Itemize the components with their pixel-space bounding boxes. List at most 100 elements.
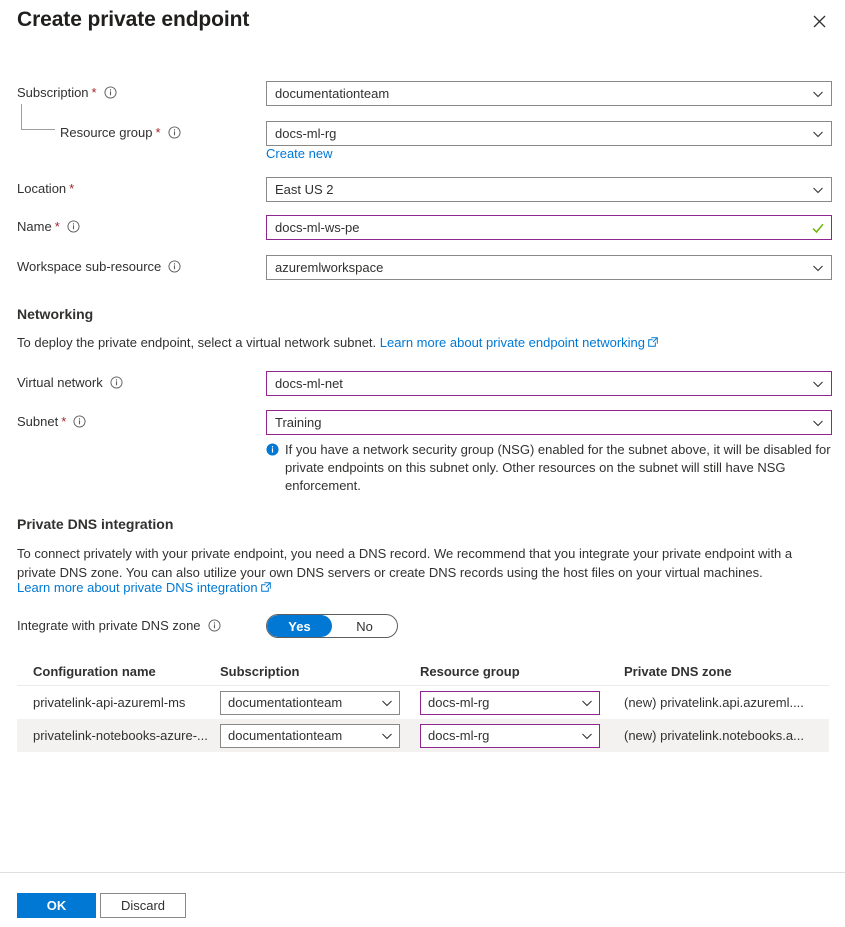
external-link-icon <box>260 582 271 592</box>
resource-group-value: docs-ml-rg <box>275 126 337 141</box>
subnet-dropdown[interactable]: Training <box>266 410 832 435</box>
subnet-nsg-note: If you have a network security group (NS… <box>266 441 836 495</box>
page-title: Create private endpoint <box>17 8 250 31</box>
resource-group-label: Resource group * <box>60 121 181 143</box>
name-label: Name * <box>17 215 80 237</box>
subnet-nsg-note-text: If you have a network security group (NS… <box>285 442 831 493</box>
name-value: docs-ml-ws-pe <box>275 220 360 235</box>
cell-subscription: documentationteam <box>220 690 420 715</box>
row-resource-group-dropdown[interactable]: docs-ml-rg <box>420 690 600 715</box>
field-row-workspace-sub-resource: Workspace sub-resource azuremlworkspace <box>0 255 845 280</box>
chevron-down-icon <box>813 420 823 426</box>
subnet-label: Subnet * <box>17 410 86 432</box>
subnet-label-text: Subnet <box>17 413 59 429</box>
private-dns-description-line1: To connect privately with your private e… <box>17 546 793 561</box>
cell-subscription: documentationteam <box>220 723 420 748</box>
name-input[interactable]: docs-ml-ws-pe <box>266 215 832 240</box>
integrate-private-dns-toggle[interactable]: Yes No <box>266 614 398 638</box>
networking-description-text: To deploy the private endpoint, select a… <box>17 335 377 350</box>
subnet-value: Training <box>275 415 322 430</box>
cell-resource-group: docs-ml-rg <box>420 723 624 748</box>
name-label-text: Name <box>17 218 52 234</box>
chevron-down-icon <box>582 733 592 739</box>
required-marker: * <box>54 218 60 234</box>
workspace-sub-resource-dropdown[interactable]: azuremlworkspace <box>266 255 832 280</box>
virtual-network-label: Virtual network <box>17 371 123 393</box>
workspace-sub-resource-value: azuremlworkspace <box>275 260 384 275</box>
cell-private-dns-zone: (new) privatelink.notebooks.a... <box>624 728 804 743</box>
field-row-integrate-private-dns: Integrate with private DNS zone Yes No <box>0 614 845 638</box>
table-row: privatelink-api-azureml-ms documentation… <box>17 686 829 719</box>
networking-description: To deploy the private endpoint, select a… <box>17 333 717 352</box>
create-new-resource-group-link[interactable]: Create new <box>266 146 332 161</box>
private-dns-section-title: Private DNS integration <box>17 516 174 532</box>
row-subscription-value: documentationteam <box>228 728 343 743</box>
dialog-footer: OK Discard <box>0 873 845 927</box>
dns-configuration-table: Configuration name Subscription Resource… <box>17 658 829 752</box>
subscription-dropdown[interactable]: documentationteam <box>266 81 832 106</box>
row-subscription-dropdown[interactable]: documentationteam <box>220 690 400 715</box>
row-subscription-value: documentationteam <box>228 695 343 710</box>
location-value: East US 2 <box>275 182 334 197</box>
chevron-down-icon <box>382 733 392 739</box>
workspace-sub-resource-label-text: Workspace sub-resource <box>17 258 162 274</box>
toggle-option-yes[interactable]: Yes <box>267 615 332 637</box>
networking-section-title: Networking <box>17 306 94 322</box>
row-subscription-dropdown[interactable]: documentationteam <box>220 723 400 748</box>
discard-button[interactable]: Discard <box>100 893 186 918</box>
resource-group-dropdown[interactable]: docs-ml-rg <box>266 121 832 146</box>
column-header-private-dns-zone: Private DNS zone <box>624 664 732 679</box>
cell-configuration-name: privatelink-api-azureml-ms <box>33 695 186 710</box>
info-icon[interactable] <box>104 85 117 99</box>
field-row-subnet: Subnet * Training <box>0 410 845 435</box>
info-icon[interactable] <box>168 259 181 273</box>
virtual-network-value: docs-ml-net <box>275 376 343 391</box>
chevron-down-icon <box>582 700 592 706</box>
field-row-resource-group: Resource group * docs-ml-rg <box>0 121 845 146</box>
ok-button[interactable]: OK <box>17 893 96 918</box>
private-dns-learn-more-link[interactable]: Learn more about private DNS integration <box>17 580 258 595</box>
dialog-header: Create private endpoint <box>0 0 845 52</box>
virtual-network-label-text: Virtual network <box>17 374 103 390</box>
info-circle-icon <box>266 443 279 456</box>
cell-configuration-name: privatelink-notebooks-azure-... <box>33 728 208 743</box>
location-label-text: Location <box>17 180 67 196</box>
close-icon[interactable] <box>807 9 831 33</box>
chevron-down-icon <box>813 265 823 271</box>
info-icon[interactable] <box>110 375 123 389</box>
chevron-down-icon <box>813 91 823 97</box>
required-marker: * <box>69 180 75 196</box>
column-header-configuration-name: Configuration name <box>33 664 156 679</box>
info-icon[interactable] <box>208 618 221 632</box>
info-icon[interactable] <box>67 219 80 233</box>
location-dropdown[interactable]: East US 2 <box>266 177 832 202</box>
external-link-icon <box>648 337 658 347</box>
chevron-down-icon <box>382 700 392 706</box>
field-row-virtual-network: Virtual network docs-ml-net <box>0 371 845 396</box>
column-header-subscription: Subscription <box>220 664 300 679</box>
virtual-network-dropdown[interactable]: docs-ml-net <box>266 371 832 396</box>
integrate-private-dns-label: Integrate with private DNS zone <box>17 614 221 636</box>
chevron-down-icon <box>813 381 823 387</box>
toggle-option-no[interactable]: No <box>332 615 397 637</box>
table-header-row: Configuration name Subscription Resource… <box>17 658 829 686</box>
column-header-resource-group: Resource group <box>420 664 520 679</box>
subscription-label-text: Subscription <box>17 84 89 100</box>
field-row-name: Name * docs-ml-ws-pe <box>0 215 845 240</box>
required-marker: * <box>61 413 67 429</box>
location-label: Location * <box>17 177 74 199</box>
info-icon[interactable] <box>168 125 181 139</box>
subscription-value: documentationteam <box>275 86 390 101</box>
private-dns-learn-more-row: Learn more about private DNS integration <box>17 578 271 597</box>
resource-group-label-text: Resource group <box>60 124 153 140</box>
networking-learn-more-link[interactable]: Learn more about private endpoint networ… <box>380 335 645 350</box>
chevron-down-icon <box>813 187 823 193</box>
row-resource-group-dropdown[interactable]: docs-ml-rg <box>420 723 600 748</box>
info-icon[interactable] <box>73 414 86 428</box>
table-row: privatelink-notebooks-azure-... document… <box>17 719 829 752</box>
required-marker: * <box>91 84 97 100</box>
field-row-location: Location * East US 2 <box>0 177 845 202</box>
cell-resource-group: docs-ml-rg <box>420 690 624 715</box>
valid-checkmark-icon <box>812 223 824 233</box>
cell-private-dns-zone: (new) privatelink.api.azureml.... <box>624 695 804 710</box>
